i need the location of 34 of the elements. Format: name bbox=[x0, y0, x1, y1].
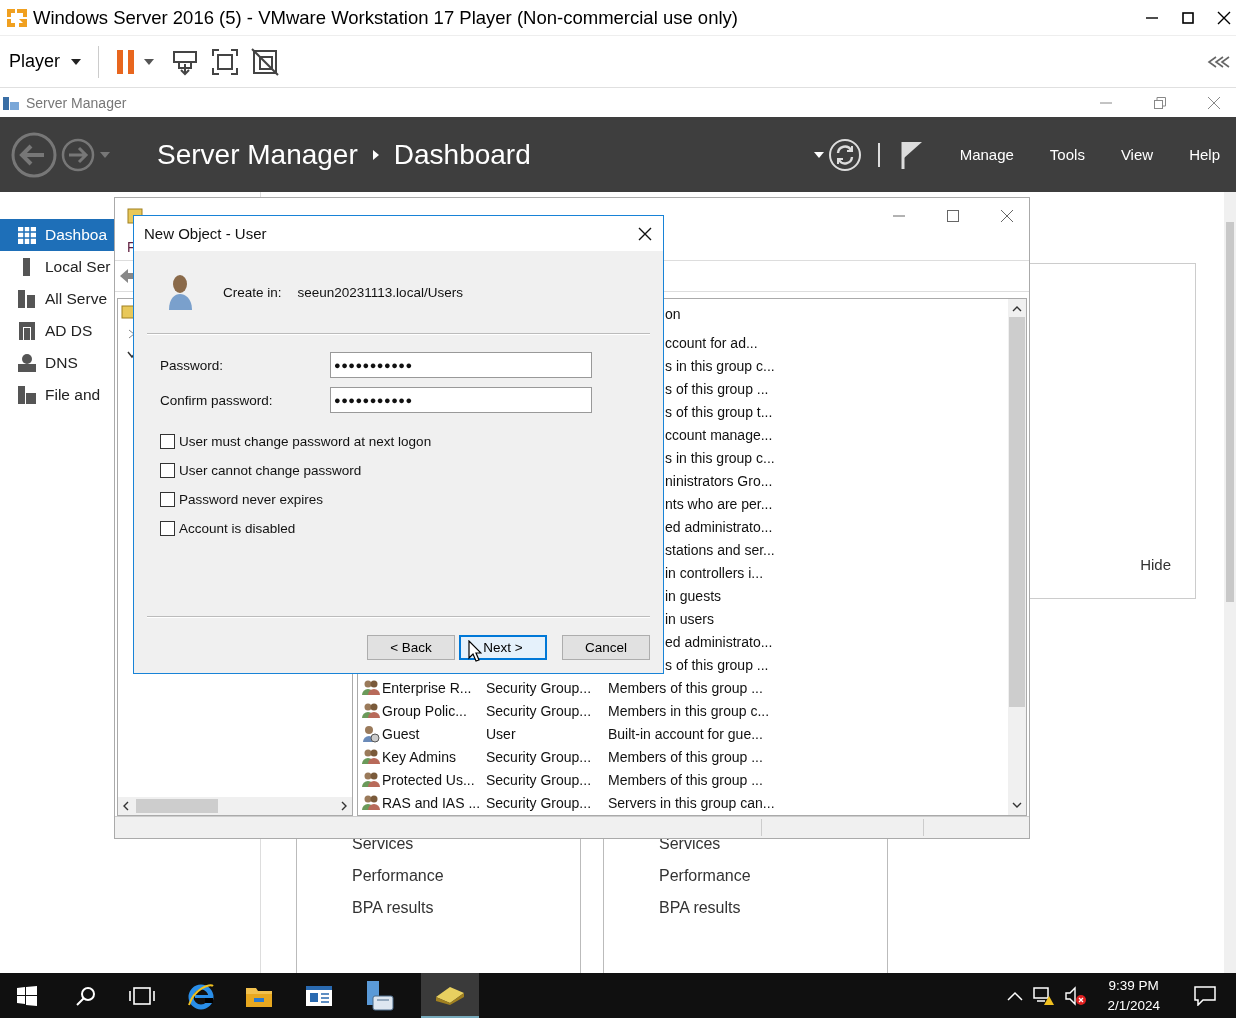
field-label: Password: bbox=[159, 357, 225, 373]
table-cell: ccount manage... bbox=[665, 426, 773, 443]
table-cell: s of this group t... bbox=[665, 403, 773, 420]
table-cell: in guests bbox=[665, 587, 722, 604]
table-cell: ccount for ad... bbox=[665, 334, 758, 351]
table-cell-text: Security Group... bbox=[486, 702, 593, 719]
field-label: Confirm password: bbox=[159, 392, 274, 408]
table-cell: Members of this group ... bbox=[608, 771, 763, 788]
table-cell: s of this group ... bbox=[665, 380, 769, 397]
table-cell: in users bbox=[665, 610, 715, 627]
window-title: Server Manager bbox=[26, 94, 127, 111]
table-cell-text: Security Group... bbox=[486, 794, 593, 811]
table-cell: ed administrato... bbox=[665, 518, 773, 535]
table-cell: nts who are per... bbox=[665, 495, 773, 512]
table-cell-text: User bbox=[486, 725, 517, 742]
table-cell: stations and ser... bbox=[665, 541, 775, 558]
table-cell-text: Security Group... bbox=[486, 748, 593, 765]
create-in-label: Create in: bbox=[223, 284, 282, 300]
container-path: seeun20231113.local/Users bbox=[297, 284, 463, 300]
table-cell: Servers in this group can... bbox=[608, 794, 775, 811]
table-cell: s of this group ... bbox=[665, 656, 769, 673]
table-cell: s in this group c... bbox=[665, 357, 775, 374]
table-cell-text: Security Group... bbox=[486, 679, 593, 696]
table-cell: Members of this group ... bbox=[608, 748, 763, 765]
table-cell: Members in this group c... bbox=[608, 702, 770, 719]
table-cell-text: Security Group... bbox=[486, 771, 593, 788]
table-cell: in controllers i... bbox=[665, 564, 764, 581]
table-cell: s in this group c... bbox=[665, 449, 775, 466]
dialog-title: New Object - User bbox=[144, 225, 267, 242]
table-cell: Members of this group ... bbox=[608, 679, 763, 696]
table-cell: ed administrato... bbox=[665, 633, 773, 650]
table-cell: Built-in account for gue... bbox=[608, 725, 763, 742]
window-title: Windows Server 2016 (5) - VMware Workstation 17 Player (Non-commercial use only) bbox=[33, 6, 738, 29]
table-cell: ninistrators Gro... bbox=[665, 472, 773, 489]
